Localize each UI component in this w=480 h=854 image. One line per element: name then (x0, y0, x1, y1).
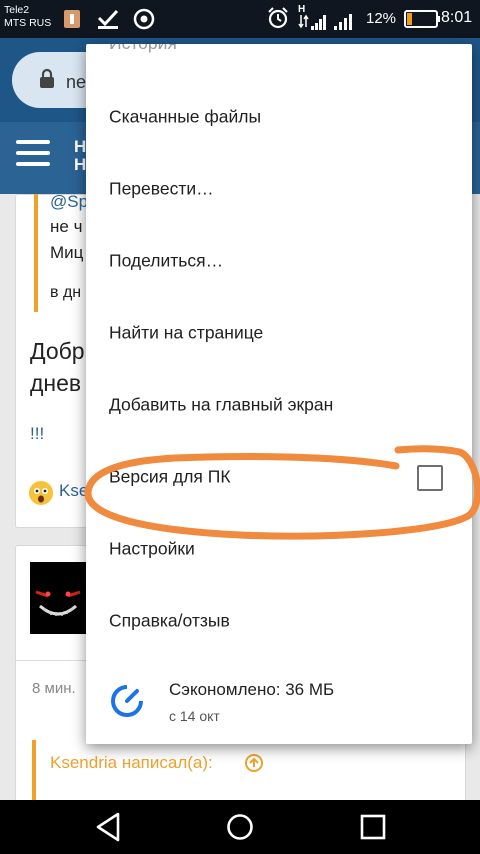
menu-item-label: Поделиться… (109, 250, 224, 271)
site-title-line-1: Н (74, 137, 87, 156)
menu-item-label: Настройки (109, 538, 195, 559)
username-link[interactable]: Kse (59, 481, 88, 501)
back-icon[interactable] (92, 810, 124, 844)
quote-author: Ksendria написал(а): (50, 753, 213, 772)
alarm-icon (268, 7, 288, 29)
quote-text-line: не ч (50, 217, 83, 236)
data-saved-since: с 14 окт (169, 708, 220, 724)
menu-item-share[interactable]: Поделиться… (86, 225, 472, 297)
quote-text-line: в дн (50, 284, 82, 301)
menu-item-help-feedback[interactable]: Справка/отзыв (86, 585, 472, 657)
check-download-icon (97, 9, 119, 29)
home-icon[interactable] (224, 810, 256, 844)
overflow-menu: История Скачанные файлы Перевести… Подел… (86, 44, 472, 744)
quote-bar (32, 740, 36, 800)
menu-item-label: Добавить на главный экран (109, 394, 334, 415)
carrier-line-2: MTS RUS (4, 17, 52, 29)
quote-bar (34, 194, 38, 312)
menu-item-find-in-page[interactable]: Найти на странице (86, 297, 472, 369)
status-bar: Tele2 MTS RUS H 12% 8:01 (0, 0, 480, 38)
avatar[interactable] (30, 562, 86, 634)
data-saver-gauge-icon (111, 685, 143, 717)
menu-item-history[interactable]: История (109, 44, 177, 54)
quote-text-line: Миц (50, 243, 84, 262)
signal-icon-1 (298, 14, 326, 30)
recents-icon[interactable] (357, 810, 389, 844)
url-text: ne (66, 72, 87, 92)
carrier-label: Tele2 MTS RUS (4, 4, 51, 30)
target-icon (133, 8, 155, 30)
system-nav-bar (0, 800, 480, 854)
desktop-site-checkbox[interactable] (417, 465, 443, 491)
data-saved-label: Сэкономлено: 36 МБ (169, 680, 335, 699)
lock-icon (40, 68, 54, 88)
menu-item-label: Справка/отзыв (109, 610, 230, 631)
mention-link[interactable]: @Sp (50, 192, 88, 212)
menu-item-label: Скачанные файлы (109, 106, 262, 127)
menu-item-downloads[interactable]: Скачанные файлы (86, 81, 472, 153)
menu-item-settings[interactable]: Настройки (86, 513, 472, 585)
notification-box-icon (64, 10, 80, 28)
menu-item-label: Версия для ПК (109, 466, 231, 487)
post-text-line: днев (30, 370, 82, 396)
signal-icon-2 (334, 14, 352, 30)
menu-item-label: Перевести… (109, 178, 214, 199)
carrier-line-1: Tele2 (4, 4, 30, 16)
battery-percent: 12% (366, 10, 397, 27)
post-text-link[interactable]: !!! (30, 424, 44, 444)
emoji-avatar-icon (29, 481, 53, 505)
site-title-line-2: Н (74, 155, 87, 174)
battery-icon (404, 10, 440, 28)
post-time: 8 мин. (32, 680, 76, 697)
clock: 8:01 (441, 9, 473, 26)
menu-item-add-to-home[interactable]: Добавить на главный экран (86, 369, 472, 441)
menu-item-desktop-site[interactable]: Версия для ПК (86, 441, 472, 513)
site-title: Н Н (74, 138, 86, 174)
post-text-line: Добр (30, 338, 85, 364)
menu-hamburger-icon[interactable] (16, 140, 50, 170)
menu-item-label: Найти на странице (109, 322, 264, 343)
devil-face-icon (35, 590, 81, 616)
menu-item-translate[interactable]: Перевести… (86, 153, 472, 225)
arrow-up-circle-icon[interactable] (244, 753, 264, 773)
